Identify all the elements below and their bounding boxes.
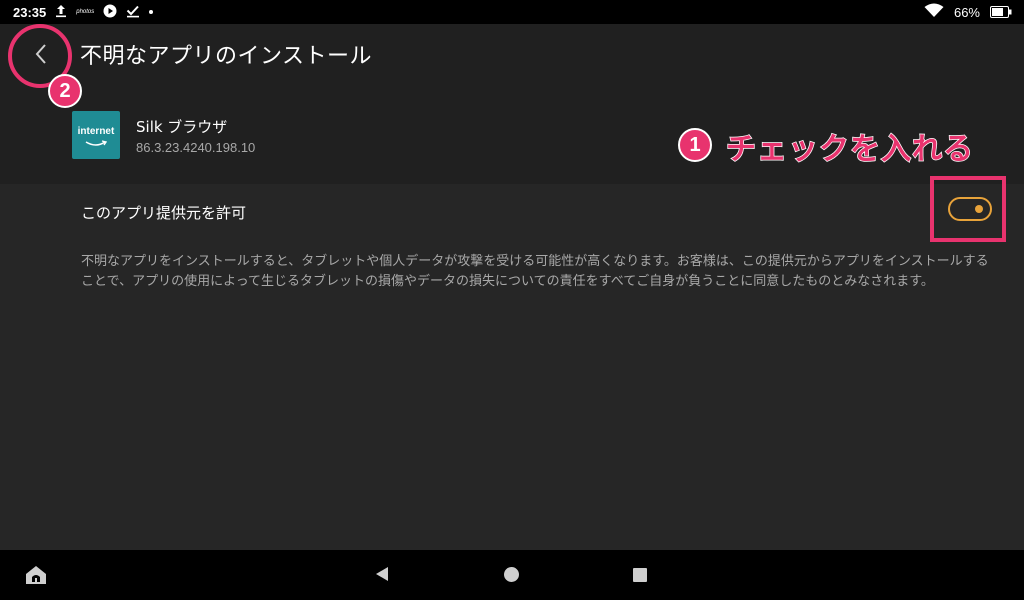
smile-arrow-icon — [85, 140, 107, 146]
battery-icon — [990, 3, 1012, 22]
status-bar: 23:35 photos 66% — [0, 0, 1024, 24]
app-name: Silk ブラウザ — [136, 118, 228, 136]
status-right: 66% — [924, 0, 1012, 24]
recents-square-icon[interactable] — [633, 568, 647, 582]
checkmark-icon — [126, 3, 140, 22]
step-1-instruction: チェックを入れる — [725, 131, 974, 168]
warning-description: 不明なアプリをインストールすると、タブレットや個人データが攻撃を受ける可能性が高… — [81, 254, 989, 289]
page-title: 不明なアプリのインストール — [80, 44, 373, 69]
step-2-badge: 2 — [48, 74, 82, 108]
toggle-knob — [975, 205, 983, 213]
app-version: 86.3.23.4240.198.10 — [136, 140, 256, 155]
toggle-highlight-annotation — [930, 176, 1006, 242]
status-left: 23:35 photos — [13, 0, 154, 24]
home-launcher-icon[interactable] — [24, 564, 48, 586]
dot-icon — [149, 10, 154, 14]
battery-percent: 66% — [953, 4, 980, 20]
clock: 23:35 — [13, 4, 47, 20]
allow-source-toggle[interactable] — [948, 197, 992, 221]
photos-icon: photos — [76, 9, 95, 15]
back-triangle-icon[interactable] — [374, 566, 390, 586]
play-icon — [103, 3, 117, 22]
wifi-icon — [924, 3, 944, 22]
permission-section: このアプリ提供元を許可 不明なアプリをインストールすると、タブレットや個人データ… — [0, 176, 1024, 550]
step-1-badge: 1 — [678, 128, 712, 162]
upload-icon — [55, 3, 67, 22]
silk-app-icon: internet — [72, 111, 120, 159]
allow-source-label[interactable]: このアプリ提供元を許可 — [81, 202, 246, 223]
app-header: 不明なアプリのインストール — [0, 24, 1024, 86]
home-circle-icon[interactable] — [504, 567, 519, 582]
navigation-bar — [0, 550, 1024, 600]
app-icon-label: internet — [77, 126, 115, 137]
